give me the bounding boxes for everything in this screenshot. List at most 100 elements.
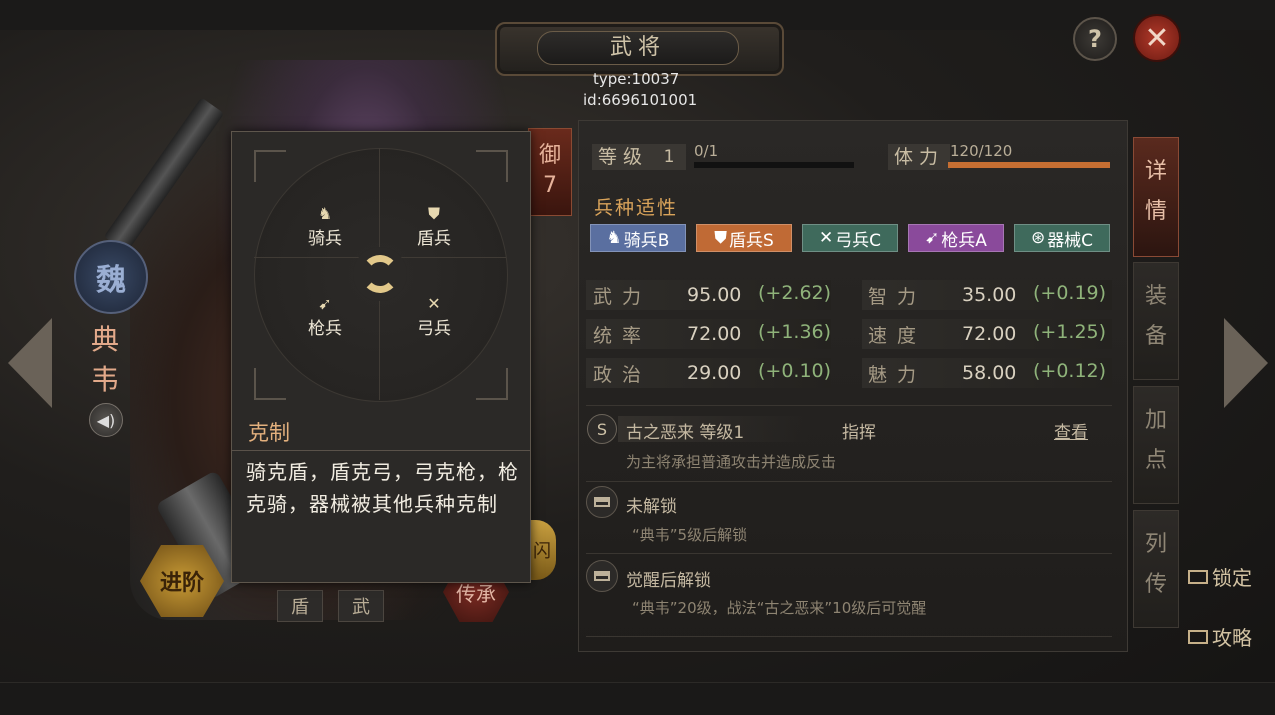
- divider: [586, 636, 1112, 637]
- attr-intelligence-value: 35.00: [962, 284, 1017, 306]
- troop-type-icon: ⛊: [714, 228, 727, 248]
- attr-force-label: 武力: [593, 286, 652, 308]
- unit-shield: ⛊ 盾兵: [399, 204, 469, 250]
- troop-type-icon: ➹: [925, 228, 940, 248]
- troop-chip-label: 盾兵S: [728, 230, 774, 251]
- hero-tag-martial: 武: [338, 590, 384, 622]
- troop-type-icon: ♞: [606, 228, 622, 248]
- skill-rank-icon: S: [587, 414, 617, 444]
- attr-charm-bonus: (+0.12): [1033, 360, 1107, 382]
- troop-chip: ⊛ 器械C: [1014, 224, 1110, 252]
- skill-name[interactable]: 古之恶来 等级1: [626, 418, 744, 443]
- prev-hero-arrow-icon[interactable]: [8, 318, 52, 408]
- skill-slot2-desc: “典韦”5级后解锁: [632, 526, 748, 544]
- attr-intelligence-label: 智力: [868, 286, 927, 308]
- attr-intelligence-bonus: (+0.19): [1033, 282, 1107, 304]
- skill-slot2-title: 未解锁: [626, 497, 677, 517]
- skill-slot3-title: 觉醒后解锁: [626, 571, 711, 591]
- corner-ornament: [254, 368, 286, 400]
- exp-text: 0/1: [694, 142, 719, 160]
- attr-charm-label: 魅力: [868, 364, 927, 386]
- unit-cavalry: ♞ 骑兵: [290, 204, 360, 250]
- unit-shield-label: 盾兵: [417, 229, 451, 249]
- tab-details-label: 详情: [1145, 159, 1168, 224]
- faction-badge: 魏: [74, 240, 148, 314]
- attr-command-value: 72.00: [687, 323, 742, 345]
- level-value: 1: [652, 144, 686, 170]
- lock-link-label: 锁定: [1212, 566, 1252, 590]
- attr-command-label: 统率: [593, 325, 652, 347]
- unit-spear-label: 枪兵: [308, 319, 342, 339]
- level-label: 等级: [592, 144, 656, 170]
- shield-icon: ⛊: [427, 204, 440, 223]
- attr-charm-value: 58.00: [962, 362, 1017, 384]
- troop-chip: ✕ 弓兵C: [802, 224, 898, 252]
- defense-tag-label: 御: [538, 143, 561, 168]
- guide-link[interactable]: 攻略: [1188, 622, 1252, 651]
- spear-icon: ➹: [318, 294, 332, 313]
- help-button[interactable]: ?: [1073, 17, 1117, 61]
- divider: [586, 405, 1112, 406]
- troop-chip: ⛊ 盾兵S: [696, 224, 792, 252]
- page-title: 武将: [537, 31, 739, 65]
- next-hero-arrow-icon[interactable]: [1224, 318, 1268, 408]
- hero-tag-shield: 盾: [277, 590, 323, 622]
- attr-speed-label: 速度: [868, 325, 927, 347]
- lock-icon: [586, 560, 618, 592]
- defense-tag-value: 7: [543, 173, 557, 198]
- attr-politics-label: 政治: [593, 364, 652, 386]
- troop-chip-label: 器械C: [1047, 230, 1094, 251]
- troop-type-icon: ⊛: [1030, 228, 1046, 248]
- popup-body: 骑克盾，盾克弓，弓克枪，枪克骑，器械被其他兵种克制: [246, 460, 519, 516]
- tab-biography[interactable]: 列传: [1133, 510, 1179, 628]
- attr-command-bonus: (+1.36): [758, 321, 832, 343]
- skill-description: 为主将承担普通攻击并造成反击: [626, 453, 837, 471]
- hero-name-char-1: 典: [91, 323, 120, 356]
- corner-ornament: [476, 368, 508, 400]
- attr-politics-bonus: (+0.10): [758, 360, 832, 382]
- lock-link[interactable]: 锁定: [1188, 562, 1252, 591]
- attr-politics-value: 29.00: [687, 362, 742, 384]
- attr-speed-value: 72.00: [962, 323, 1017, 345]
- troop-chip-label: 骑兵B: [623, 230, 670, 251]
- stamina-bar-fill: [948, 162, 1110, 168]
- troop-chip: ♞ 骑兵B: [590, 224, 686, 252]
- tab-biography-label: 列传: [1145, 532, 1168, 597]
- troop-type-icon: ✕: [818, 228, 834, 248]
- attr-force-value: 95.00: [687, 284, 742, 306]
- stamina-label: 体力: [888, 144, 950, 170]
- troop-aptitude-title: 兵种适性: [594, 197, 679, 219]
- tab-details[interactable]: 详情: [1133, 137, 1179, 257]
- close-button[interactable]: ✕: [1133, 14, 1181, 62]
- debug-type: type:10037: [593, 70, 680, 88]
- skill-type: 指挥: [842, 423, 876, 443]
- bow-icon: ✕: [427, 294, 441, 313]
- unit-cavalry-label: 骑兵: [308, 229, 342, 249]
- counter-popup: ♞ 骑兵 ⛊ 盾兵 ➹ 枪兵 ✕ 弓兵 克制 骑克盾，盾克弓，弓克枪，枪克骑，器…: [231, 131, 531, 583]
- tab-equipment[interactable]: 装备: [1133, 262, 1179, 380]
- cavalry-icon: ♞: [317, 204, 333, 223]
- tab-add-points[interactable]: 加点: [1133, 386, 1179, 504]
- divider: [586, 553, 1112, 554]
- tab-equipment-label: 装备: [1145, 284, 1168, 349]
- title-plate: 武将: [495, 22, 784, 76]
- lock-icon: [586, 486, 618, 518]
- popup-title: 克制: [248, 421, 290, 445]
- troop-chip-label: 弓兵C: [835, 230, 882, 251]
- debug-id: id:6696101001: [583, 91, 698, 109]
- side-gold-badge: 闪: [528, 520, 556, 580]
- voice-speaker-icon[interactable]: ◀): [89, 403, 123, 437]
- unit-archer: ✕ 弓兵: [399, 294, 469, 340]
- skill-view-link[interactable]: 查看: [1054, 418, 1088, 443]
- skill-slot3-desc: “典韦”20级，战法“古之恶来”10级后可觉醒: [632, 599, 927, 617]
- guide-link-label: 攻略: [1212, 626, 1252, 650]
- divider: [586, 481, 1112, 482]
- defense-tag: 御 7: [528, 128, 572, 216]
- troop-chip-label: 枪兵A: [941, 230, 987, 251]
- hero-name-char-2: 韦: [91, 363, 120, 396]
- popup-divider: [232, 450, 530, 451]
- stamina-bar: [948, 162, 1110, 168]
- attr-speed-bonus: (+1.25): [1033, 321, 1107, 343]
- troop-chip: ➹ 枪兵A: [908, 224, 1004, 252]
- exp-bar: [694, 162, 854, 168]
